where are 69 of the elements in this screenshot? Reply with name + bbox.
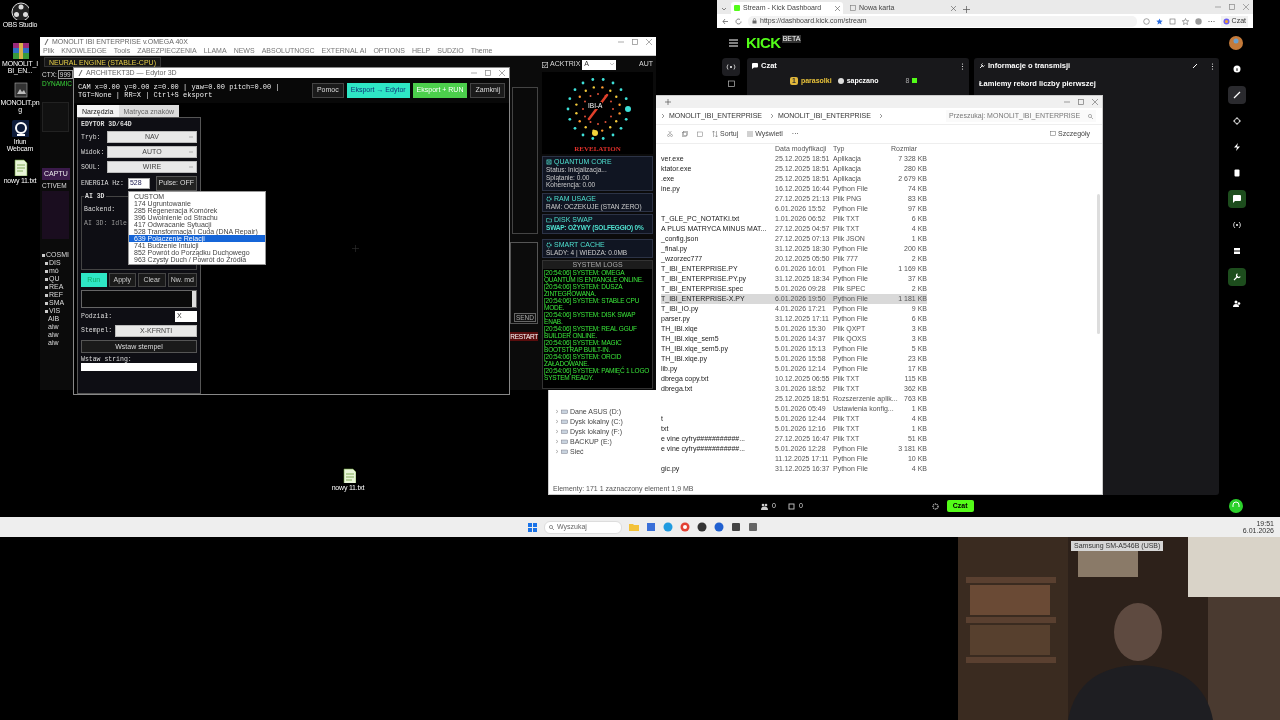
view-icon (747, 131, 754, 137)
window-icon[interactable] (646, 522, 656, 532)
sort-icon (712, 131, 718, 137)
page-icon (850, 5, 856, 11)
kebab-icon[interactable] (961, 62, 964, 70)
copy-icon[interactable] (682, 131, 688, 137)
close-icon[interactable] (951, 5, 956, 11)
lock-icon (752, 18, 757, 24)
chevron-right-icon (878, 113, 883, 119)
search-icon (549, 524, 554, 530)
crosshair-icon (351, 245, 359, 252)
start-icon[interactable] (528, 522, 537, 532)
folder-icon (546, 217, 552, 224)
followers-icon (787, 502, 795, 510)
expand-box-icon[interactable] (45, 269, 48, 273)
circle-logo-icon (11, 2, 29, 20)
text-file-icon (340, 467, 356, 483)
webcam-icon (11, 119, 29, 137)
search-icon (1088, 113, 1093, 119)
text-area[interactable] (81, 289, 197, 308)
badge-icon (837, 77, 844, 84)
back-icon[interactable] (722, 17, 729, 25)
chip-icon (546, 159, 552, 166)
avatar-icon[interactable] (1229, 36, 1243, 50)
profile-icon[interactable] (1194, 17, 1202, 25)
chevron-right-icon (769, 113, 774, 119)
expand-box-icon[interactable] (45, 277, 48, 281)
chat-bubble-icon (752, 63, 758, 70)
plus-icon[interactable] (665, 99, 671, 105)
plus-icon[interactable] (963, 4, 970, 14)
viewers-icon (761, 502, 768, 510)
chevron-down-icon (610, 63, 615, 66)
expand-box-icon[interactable] (45, 285, 48, 289)
circle-icon[interactable] (714, 522, 724, 532)
copilot-icon (1222, 17, 1230, 25)
text-file-icon (11, 158, 29, 176)
gear-icon (546, 241, 552, 248)
checkbox[interactable] (542, 61, 548, 68)
expand-box-icon[interactable] (45, 261, 48, 265)
expand-box-icon[interactable] (45, 309, 48, 313)
circle-icon[interactable] (697, 522, 707, 532)
chevron-right-icon (661, 113, 665, 119)
wrench-icon (979, 63, 985, 70)
kick-favicon-icon (734, 5, 740, 11)
menu-icon[interactable] (729, 39, 738, 47)
gift-icon (912, 78, 918, 84)
archive-icon (11, 41, 29, 59)
star-icon[interactable] (1155, 17, 1163, 25)
feather-icon (44, 39, 49, 45)
feather-icon (78, 70, 83, 76)
settings-icon[interactable] (931, 502, 939, 510)
expand-box-icon[interactable] (45, 293, 48, 297)
broadcast-icon[interactable] (722, 58, 740, 76)
expand-box-icon[interactable] (45, 301, 48, 305)
expand-box-icon[interactable] (42, 253, 45, 257)
support-button-icon[interactable] (1229, 499, 1243, 513)
gear-icon (546, 195, 552, 202)
maximize-icon[interactable] (1078, 99, 1084, 105)
chat-icon[interactable] (1228, 190, 1246, 208)
string-field[interactable] (81, 363, 197, 372)
network-icon (561, 449, 568, 455)
wrench-icon[interactable] (1228, 268, 1246, 286)
pencil-icon[interactable] (1192, 63, 1198, 70)
calendar-icon[interactable] (727, 80, 735, 87)
image-file-icon (11, 80, 29, 98)
details-icon (1050, 131, 1057, 137)
close-icon[interactable] (835, 5, 840, 11)
refresh-icon[interactable] (735, 17, 742, 25)
kebab-icon[interactable] (1211, 62, 1214, 70)
